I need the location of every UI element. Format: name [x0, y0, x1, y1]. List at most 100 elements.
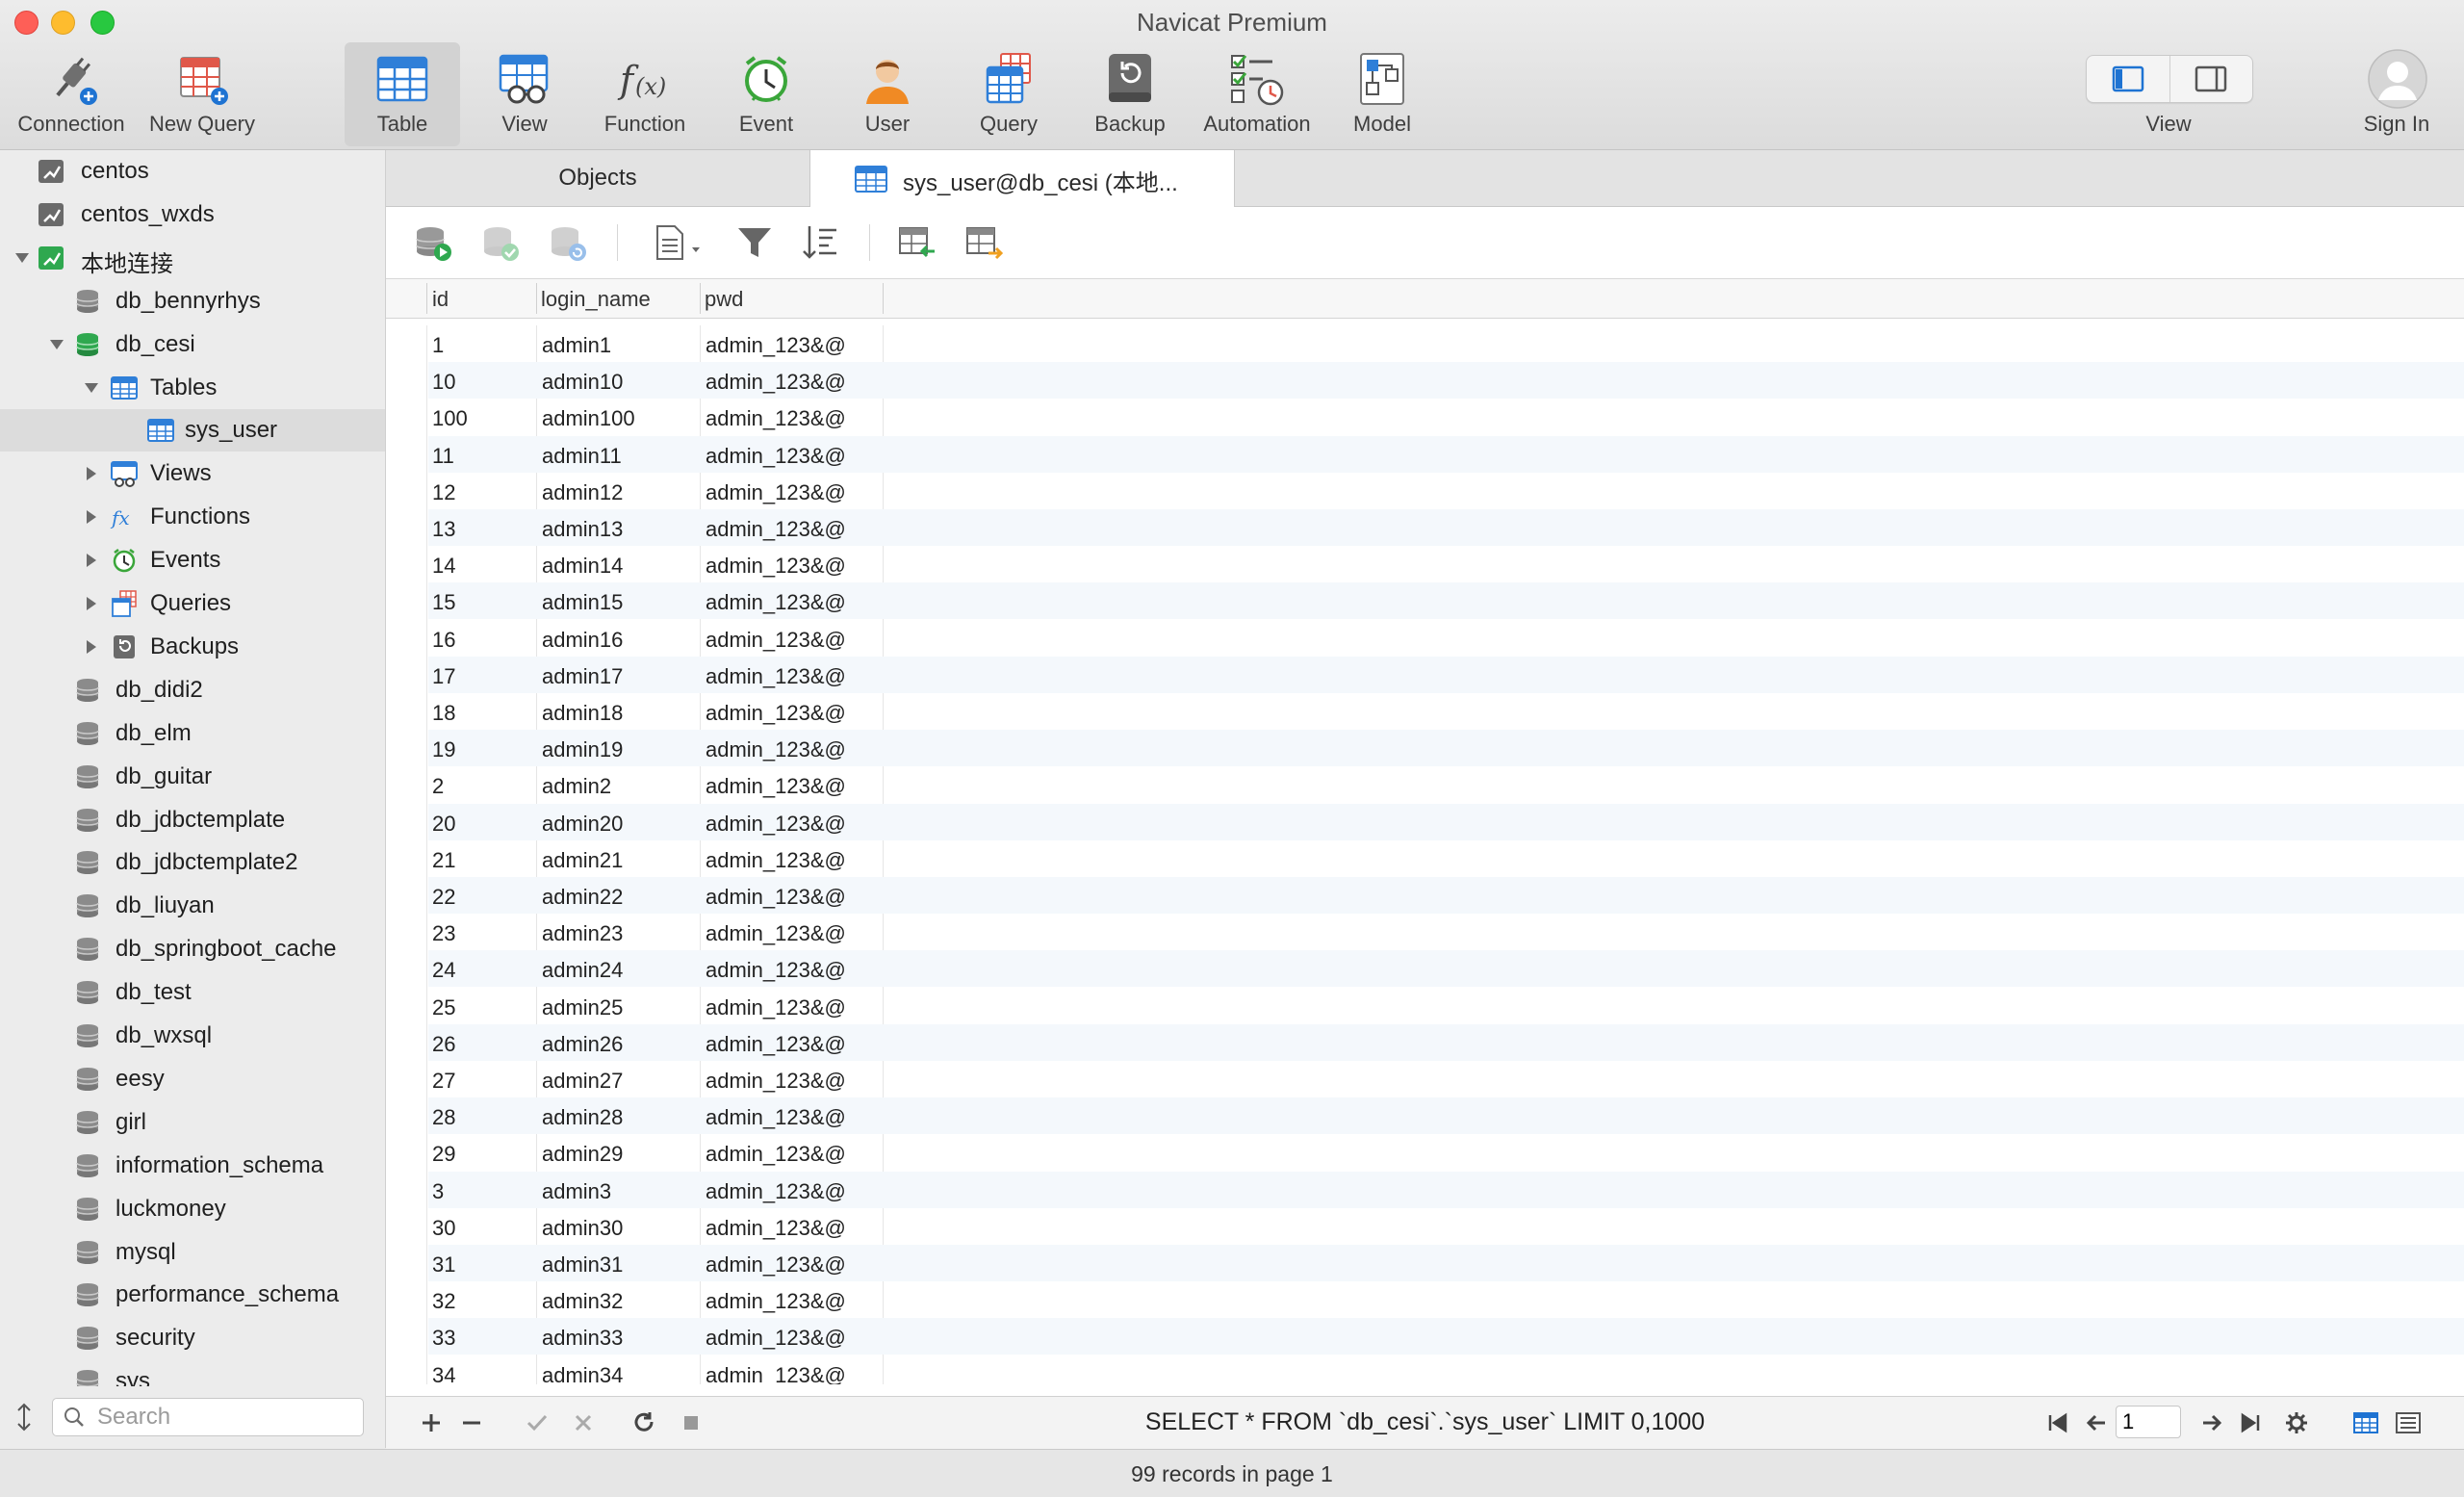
table-row[interactable]: 15 admin15 admin_123&@ [428, 582, 2464, 620]
disclosure-expanded-icon[interactable] [83, 379, 100, 397]
gear-icon[interactable] [2282, 1408, 2311, 1437]
table-cell-id[interactable]: 2 [432, 774, 444, 799]
table-cell-id[interactable]: 14 [432, 554, 455, 579]
table-cell-pwd[interactable]: admin_123&@ [706, 1032, 846, 1057]
user-button[interactable]: User [830, 42, 945, 146]
table-row[interactable]: 30 admin30 admin_123&@ [428, 1208, 2464, 1245]
table-cell-login-name[interactable]: admin15 [542, 590, 623, 615]
column-header-pwd[interactable]: pwd [705, 287, 743, 312]
table-row[interactable]: 33 admin33 admin_123&@ [428, 1318, 2464, 1355]
table-cell-login-name[interactable]: admin16 [542, 628, 623, 653]
table-cell-pwd[interactable]: admin_123&@ [706, 812, 846, 837]
table-cell-login-name[interactable]: admin10 [542, 370, 623, 395]
table-cell-id[interactable]: 24 [432, 958, 455, 983]
disclosure-collapsed-icon[interactable] [83, 465, 100, 482]
table-cell-id[interactable]: 22 [432, 885, 455, 910]
table-cell-id[interactable]: 100 [432, 406, 468, 431]
sidebar-item[interactable]: Views [0, 452, 385, 495]
sidebar-item[interactable]: db_elm [0, 712, 385, 755]
table-cell-login-name[interactable]: admin21 [542, 848, 623, 873]
table-cell-pwd[interactable]: admin_123&@ [706, 701, 846, 726]
table-cell-pwd[interactable]: admin_123&@ [706, 921, 846, 946]
table-cell-login-name[interactable]: admin20 [542, 812, 623, 837]
table-cell-pwd[interactable]: admin_123&@ [706, 590, 846, 615]
column-divider[interactable] [883, 283, 884, 314]
table-cell-id[interactable]: 17 [432, 664, 455, 689]
sidebar-item[interactable]: db_jdbctemplate2 [0, 841, 385, 884]
view-toggle-detail[interactable] [2169, 56, 2252, 102]
column-divider[interactable] [700, 283, 701, 314]
table-row[interactable]: 16 admin16 admin_123&@ [428, 620, 2464, 657]
sidebar-item[interactable]: db_jdbctemplate [0, 799, 385, 841]
table-row[interactable]: 17 admin17 admin_123&@ [428, 656, 2464, 693]
begin-transaction-icon[interactable] [413, 222, 453, 263]
sidebar-item[interactable]: db_wxsql [0, 1015, 385, 1057]
table-cell-login-name[interactable]: admin3 [542, 1179, 611, 1204]
view-button[interactable]: View [467, 42, 582, 146]
next-page-icon[interactable] [2197, 1408, 2226, 1437]
automation-button[interactable]: Automation [1199, 42, 1315, 146]
table-cell-login-name[interactable]: admin23 [542, 921, 623, 946]
table-cell-login-name[interactable]: admin34 [542, 1363, 623, 1384]
sidebar-item[interactable]: Events [0, 539, 385, 581]
first-page-icon[interactable] [2043, 1408, 2072, 1437]
table-cell-login-name[interactable]: admin2 [542, 774, 611, 799]
table-row[interactable]: 2 admin2 admin_123&@ [428, 766, 2464, 803]
table-cell-login-name[interactable]: admin12 [542, 480, 623, 505]
table-cell-pwd[interactable]: admin_123&@ [706, 885, 846, 910]
sidebar-item[interactable]: girl [0, 1101, 385, 1144]
disclosure-collapsed-icon[interactable] [83, 508, 100, 526]
sidebar-item[interactable]: mysql [0, 1231, 385, 1274]
table-cell-id[interactable]: 27 [432, 1069, 455, 1094]
sidebar-item[interactable]: Tables [0, 367, 385, 409]
table-cell-pwd[interactable]: admin_123&@ [706, 554, 846, 579]
function-button[interactable]: f (x) Function [587, 42, 703, 146]
sort-icon[interactable] [800, 222, 840, 263]
query-button[interactable]: Query [951, 42, 1066, 146]
table-cell-pwd[interactable]: admin_123&@ [706, 1326, 846, 1351]
tab-sys-user[interactable]: sys_user@db_cesi (本地... [810, 150, 1235, 207]
table-cell-login-name[interactable]: admin29 [542, 1142, 623, 1167]
last-page-icon[interactable] [2236, 1408, 2265, 1437]
table-row[interactable]: 20 admin20 admin_123&@ [428, 803, 2464, 840]
search-input[interactable] [95, 1403, 359, 1432]
table-cell-id[interactable]: 13 [432, 517, 455, 542]
table-cell-login-name[interactable]: admin100 [542, 406, 635, 431]
table-cell-pwd[interactable]: admin_123&@ [706, 664, 846, 689]
sidebar-item[interactable]: db_bennyrhys [0, 280, 385, 323]
sidebar-item[interactable]: db_didi2 [0, 669, 385, 711]
table-cell-id[interactable]: 16 [432, 628, 455, 653]
table-cell-pwd[interactable]: admin_123&@ [706, 370, 846, 395]
table-cell-id[interactable]: 33 [432, 1326, 455, 1351]
table-cell-pwd[interactable]: admin_123&@ [706, 480, 846, 505]
table-cell-id[interactable]: 30 [432, 1216, 455, 1241]
page-number-input[interactable] [2116, 1406, 2181, 1438]
table-cell-pwd[interactable]: admin_123&@ [706, 1142, 846, 1167]
disclosure-expanded-icon[interactable] [48, 336, 65, 353]
sidebar-item[interactable]: db_liuyan [0, 885, 385, 927]
text-view-dropdown-icon[interactable] [652, 222, 709, 263]
table-row[interactable]: 100 admin100 admin_123&@ [428, 399, 2464, 435]
table-row[interactable]: 11 admin11 admin_123&@ [428, 435, 2464, 473]
table-row[interactable]: 10 admin10 admin_123&@ [428, 362, 2464, 400]
table-cell-id[interactable]: 25 [432, 995, 455, 1020]
table-cell-login-name[interactable]: admin18 [542, 701, 623, 726]
disclosure-collapsed-icon[interactable] [83, 595, 100, 612]
table-cell-login-name[interactable]: admin24 [542, 958, 623, 983]
table-cell-id[interactable]: 34 [432, 1363, 455, 1384]
table-row[interactable]: 21 admin21 admin_123&@ [428, 840, 2464, 877]
new-query-button[interactable]: New Query [144, 42, 260, 146]
sidebar-item[interactable]: Backups [0, 626, 385, 668]
table-cell-id[interactable]: 29 [432, 1142, 455, 1167]
table-row[interactable]: 3 admin3 admin_123&@ [428, 1171, 2464, 1208]
table-row[interactable]: 29 admin29 admin_123&@ [428, 1134, 2464, 1171]
table-cell-id[interactable]: 11 [432, 444, 454, 469]
sidebar-item[interactable]: db_guitar [0, 756, 385, 798]
table-row[interactable]: 25 admin25 admin_123&@ [428, 988, 2464, 1024]
table-row[interactable]: 31 admin31 admin_123&@ [428, 1245, 2464, 1281]
table-cell-pwd[interactable]: admin_123&@ [706, 1289, 846, 1314]
table-row[interactable]: 27 admin27 admin_123&@ [428, 1061, 2464, 1097]
table-cell-login-name[interactable]: admin31 [542, 1252, 623, 1278]
table-cell-login-name[interactable]: admin30 [542, 1216, 623, 1241]
sidebar-item[interactable]: 本地连接 [0, 237, 385, 279]
